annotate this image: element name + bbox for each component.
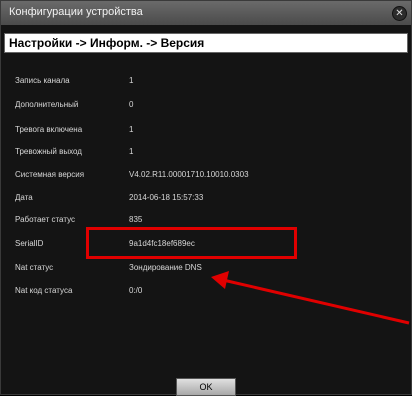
row-value: 2014-06-18 15:57:33	[129, 193, 204, 202]
row-value: 1	[129, 76, 134, 85]
row-label: Системная версия	[15, 170, 85, 179]
row-value: 0	[129, 100, 134, 109]
row-value: 1	[129, 147, 134, 156]
close-icon[interactable]: ✕	[392, 6, 407, 21]
breadcrumb: Настройки -> Информ. -> Версия	[4, 33, 408, 53]
row-label: Дополнительный	[15, 100, 79, 109]
ok-button[interactable]: OK	[176, 378, 236, 396]
titlebar: Конфигурации устройства ✕	[1, 1, 411, 25]
row-label: Работает статус	[15, 215, 75, 224]
row-value: 1	[129, 125, 134, 134]
row-label: Nat код статуса	[15, 286, 73, 295]
device-config-window: Конфигурации устройства ✕ Настройки -> И…	[0, 0, 412, 396]
row-value: Зондирование DNS	[129, 263, 202, 272]
row-value: V4.02.R11.00001710.10010.0303	[129, 170, 249, 179]
row-label: Nat статус	[15, 263, 54, 272]
row-value: 0:/0	[129, 286, 143, 295]
row-label: Тревожный выход	[15, 147, 82, 156]
row-label: Дата	[15, 193, 33, 202]
row-label: Запись канала	[15, 76, 70, 85]
row-label: Тревога включена	[15, 125, 83, 134]
row-value: 835	[129, 215, 143, 224]
serial-id-highlight-box	[86, 227, 297, 259]
window-title: Конфигурации устройства	[9, 6, 143, 18]
